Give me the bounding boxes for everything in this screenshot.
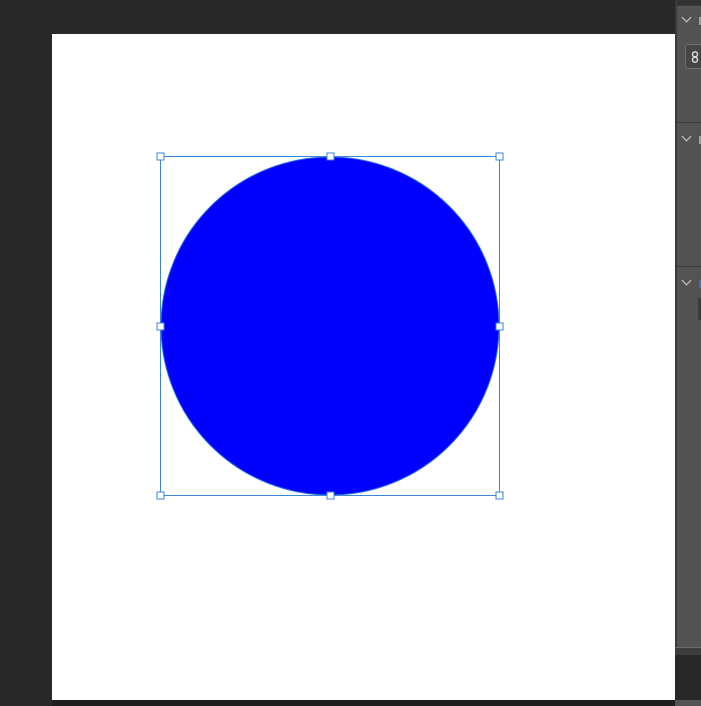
chevron-down-icon[interactable]	[681, 12, 692, 23]
transform-handle-top-right[interactable]	[495, 152, 504, 161]
panel-section-appearance[interactable]	[677, 122, 701, 266]
transform-handle-bottom-center[interactable]	[326, 491, 335, 500]
link-proportions-button[interactable]	[685, 44, 701, 69]
panel-section-options[interactable]	[677, 266, 701, 647]
chevron-down-icon[interactable]	[681, 275, 692, 286]
transform-handle-top-center[interactable]	[326, 152, 335, 161]
ellipse-shape[interactable]	[160, 156, 500, 496]
scrollbar-track[interactable]	[52, 700, 701, 706]
transform-handle-bottom-left[interactable]	[156, 491, 165, 500]
properties-panel	[675, 0, 701, 706]
transform-handle-middle-left[interactable]	[156, 322, 165, 331]
transform-handle-bottom-right[interactable]	[495, 491, 504, 500]
chevron-down-icon[interactable]	[681, 131, 692, 142]
link-icon	[691, 51, 699, 63]
transform-handle-middle-right[interactable]	[495, 322, 504, 331]
workspace-area-right	[675, 655, 701, 700]
transform-handle-top-left[interactable]	[156, 152, 165, 161]
